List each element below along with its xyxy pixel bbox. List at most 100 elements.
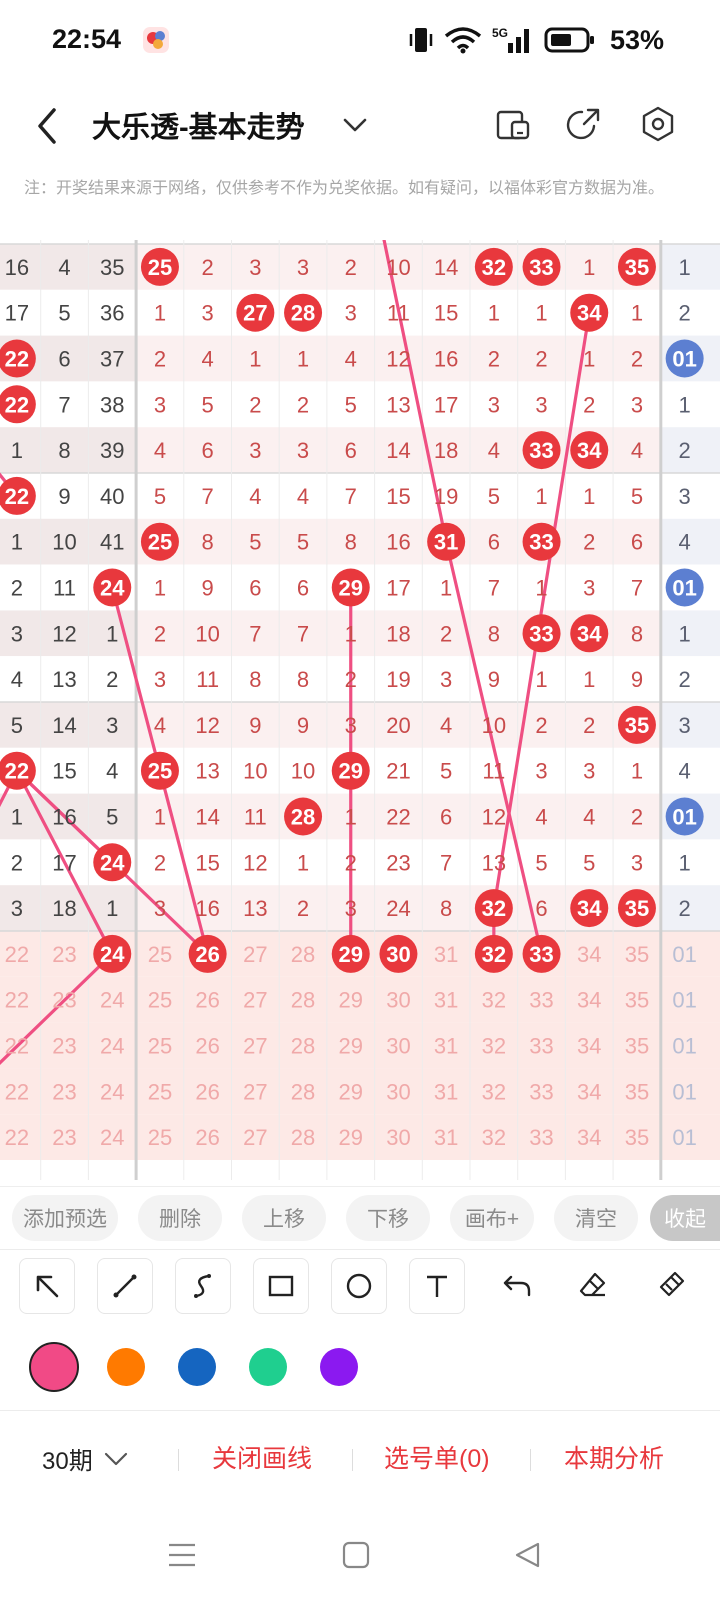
chevron-down-icon[interactable] bbox=[340, 110, 370, 140]
miss-count: 3 bbox=[488, 392, 500, 417]
color-swatch-pink[interactable] bbox=[29, 1342, 79, 1392]
miss-count: 2 bbox=[535, 347, 547, 372]
miss-count: 1 bbox=[583, 484, 595, 509]
device-icon[interactable] bbox=[494, 104, 534, 144]
miss-count: 4 bbox=[58, 255, 70, 280]
pick-number: 31 bbox=[434, 1034, 458, 1059]
divider bbox=[530, 1449, 531, 1471]
miss-count: 9 bbox=[249, 713, 261, 738]
close-lines-button[interactable]: 关闭画线 bbox=[212, 1439, 312, 1475]
trend-grid-canvas[interactable]: 16 4 35 25 2 3 3 2 10 14 32 33 1 35 117 5 36 1 3 27 28 3 11 15 1… bbox=[0, 240, 720, 1180]
miss-count: 1 bbox=[631, 301, 643, 326]
miss-count: 22 bbox=[386, 805, 410, 830]
add-preselect-button[interactable]: 添加预选 bbox=[12, 1195, 118, 1241]
miss-count: 3 bbox=[154, 667, 166, 692]
miss-count: 6 bbox=[535, 896, 547, 921]
miss-count: 2 bbox=[11, 850, 23, 875]
pick-number: 33 bbox=[529, 1034, 553, 1059]
color-swatch-green[interactable] bbox=[249, 1348, 287, 1386]
back-icon[interactable] bbox=[28, 102, 68, 150]
miss-count: 12 bbox=[195, 713, 219, 738]
collapse-button[interactable]: 收起 bbox=[650, 1195, 720, 1241]
canvas-plus-button[interactable]: 画布+ bbox=[450, 1195, 534, 1241]
ball-number: 35 bbox=[625, 896, 649, 921]
pick-number: 27 bbox=[243, 1034, 267, 1059]
pick-number: 23 bbox=[52, 942, 76, 967]
pick-number: 29 bbox=[339, 988, 363, 1013]
ball-number: 29 bbox=[339, 576, 363, 601]
pick-list-button[interactable]: 选号单(0) bbox=[384, 1439, 490, 1475]
pick-number: 29 bbox=[339, 1034, 363, 1059]
miss-count: 1 bbox=[679, 255, 691, 280]
period-label: 30期 bbox=[42, 1448, 93, 1475]
ball-number: 34 bbox=[577, 896, 602, 921]
current-analysis-button[interactable]: 本期分析 bbox=[564, 1439, 664, 1475]
miss-count: 6 bbox=[488, 530, 500, 555]
color-swatch-blue[interactable] bbox=[178, 1348, 216, 1386]
pick-number: 30 bbox=[386, 988, 410, 1013]
miss-count: 3 bbox=[154, 896, 166, 921]
miss-count: 40 bbox=[100, 484, 124, 509]
miss-count: 14 bbox=[195, 805, 219, 830]
miss-count: 1 bbox=[11, 530, 23, 555]
color-swatch-orange[interactable] bbox=[107, 1348, 145, 1386]
miss-count: 3 bbox=[345, 301, 357, 326]
undo-icon[interactable] bbox=[490, 1258, 544, 1312]
miss-count: 3 bbox=[631, 850, 643, 875]
trend-chart-grid[interactable]: 16 4 35 25 2 3 3 2 10 14 32 33 1 35 1 17 5 36 1 3 27 28 3 11 15 1… bbox=[0, 240, 720, 1180]
miss-count: 2 bbox=[154, 850, 166, 875]
miss-count: 2 bbox=[154, 621, 166, 646]
miss-count: 3 bbox=[345, 896, 357, 921]
pick-number: 23 bbox=[52, 1034, 76, 1059]
pick-number: 24 bbox=[100, 1034, 124, 1059]
menu-icon[interactable] bbox=[166, 1540, 198, 1570]
miss-count: 5 bbox=[488, 484, 500, 509]
pick-number: 35 bbox=[625, 1125, 649, 1150]
line-tool-icon[interactable] bbox=[97, 1258, 153, 1314]
miss-count: 6 bbox=[249, 576, 261, 601]
miss-count: 16 bbox=[434, 347, 458, 372]
pick-number: 27 bbox=[243, 942, 267, 967]
ball-number: 24 bbox=[100, 576, 125, 601]
miss-count: 23 bbox=[386, 850, 410, 875]
miss-count: 2 bbox=[297, 392, 309, 417]
period-selector[interactable]: 30期 bbox=[42, 1441, 129, 1476]
share-icon[interactable] bbox=[564, 104, 604, 144]
eraser-icon[interactable] bbox=[566, 1258, 620, 1312]
page-title[interactable]: 大乐透-基本走势 bbox=[92, 104, 305, 146]
app-notification-icon bbox=[143, 27, 169, 53]
miss-count: 9 bbox=[202, 576, 214, 601]
miss-count: 14 bbox=[434, 255, 458, 280]
delete-button[interactable]: 删除 bbox=[138, 1195, 222, 1241]
settings-icon[interactable] bbox=[638, 104, 678, 144]
miss-count: 5 bbox=[440, 759, 452, 784]
miss-count: 4 bbox=[345, 347, 357, 372]
move-up-button[interactable]: 上移 bbox=[242, 1195, 326, 1241]
clear-button[interactable]: 清空 bbox=[554, 1195, 638, 1241]
rectangle-tool-icon[interactable] bbox=[253, 1258, 309, 1314]
miss-count: 12 bbox=[243, 850, 267, 875]
pointer-arrow-icon[interactable] bbox=[19, 1258, 75, 1314]
ball-number: 35 bbox=[625, 255, 649, 280]
circle-tool-icon[interactable] bbox=[331, 1258, 387, 1314]
home-icon[interactable] bbox=[340, 1540, 372, 1570]
text-tool-icon[interactable] bbox=[409, 1258, 465, 1314]
miss-count: 8 bbox=[297, 667, 309, 692]
pick-number: 33 bbox=[529, 942, 553, 967]
miss-count: 2 bbox=[583, 392, 595, 417]
pick-number: 24 bbox=[100, 988, 124, 1013]
miss-count: 4 bbox=[154, 438, 166, 463]
miss-count: 12 bbox=[482, 805, 506, 830]
miss-count: 4 bbox=[202, 347, 214, 372]
miss-count: 6 bbox=[345, 438, 357, 463]
color-palette bbox=[0, 1326, 720, 1411]
miss-count: 3 bbox=[297, 255, 309, 280]
curve-tool-icon[interactable] bbox=[175, 1258, 231, 1314]
ball-number: 28 bbox=[291, 805, 315, 830]
color-swatch-purple[interactable] bbox=[320, 1348, 358, 1386]
clear-brush-icon[interactable] bbox=[644, 1258, 698, 1312]
ball-number: 31 bbox=[434, 530, 458, 555]
pick-number: 34 bbox=[577, 988, 601, 1013]
nav-back-icon[interactable] bbox=[512, 1540, 544, 1570]
move-down-button[interactable]: 下移 bbox=[346, 1195, 430, 1241]
